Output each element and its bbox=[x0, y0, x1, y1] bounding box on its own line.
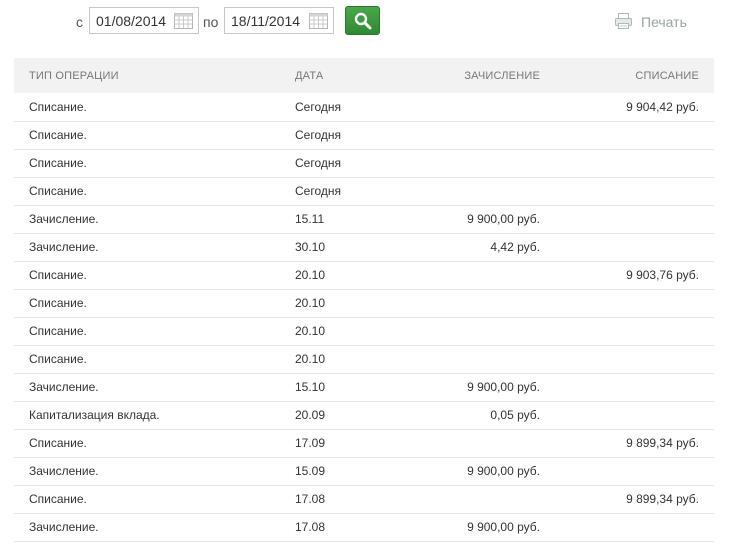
row-date: 20.09 bbox=[295, 408, 326, 422]
row-type: Списание. bbox=[29, 128, 87, 142]
row-credit bbox=[421, 121, 540, 149]
table-header-row: ТИП ОПЕРАЦИИ ДАТА ЗАЧИСЛЕНИЕ СПИСАНИЕ bbox=[14, 58, 714, 93]
row-date: Сегодня bbox=[295, 184, 341, 198]
table-row: Списание. Сегодня bbox=[14, 121, 714, 149]
search-button[interactable] bbox=[345, 6, 380, 35]
row-debit bbox=[540, 457, 714, 485]
row-credit: 0,05 руб. bbox=[490, 408, 540, 422]
row-credit: 9 900,00 руб. bbox=[467, 212, 540, 226]
row-date: Сегодня bbox=[295, 99, 341, 114]
row-date: 15.10 bbox=[295, 380, 326, 394]
row-type: Списание. bbox=[29, 99, 87, 114]
row-type: Зачисление. bbox=[29, 520, 99, 534]
table-row: Списание. Сегодня bbox=[14, 177, 714, 205]
calendar-icon[interactable] bbox=[174, 13, 193, 29]
column-header-credit[interactable]: ЗАЧИСЛЕНИЕ bbox=[421, 58, 540, 93]
to-label: по bbox=[203, 14, 219, 30]
row-type: Списание. bbox=[29, 296, 87, 310]
row-type: Зачисление. bbox=[29, 240, 99, 254]
row-debit: 9 899,34 руб. bbox=[626, 436, 699, 450]
row-credit: 9 900,00 руб. bbox=[467, 464, 540, 478]
row-date: 17.08 bbox=[295, 520, 326, 534]
column-header-type[interactable]: ТИП ОПЕРАЦИИ bbox=[14, 58, 295, 93]
to-date-field[interactable] bbox=[224, 7, 334, 34]
row-debit bbox=[540, 373, 714, 401]
row-date: 15.09 bbox=[295, 464, 326, 478]
row-date: 20.10 bbox=[295, 268, 326, 282]
date-filter-bar: с по bbox=[0, 0, 749, 44]
row-credit: 9 900,00 руб. bbox=[467, 520, 540, 534]
row-debit bbox=[540, 121, 714, 149]
row-date: 15.11 bbox=[295, 212, 325, 226]
row-type: Списание. bbox=[29, 492, 87, 506]
from-date-input[interactable] bbox=[96, 13, 172, 29]
row-debit: 9 904,42 руб. bbox=[626, 99, 699, 114]
row-debit bbox=[540, 205, 714, 233]
table-row: Списание. 20.10 bbox=[14, 317, 714, 345]
row-debit bbox=[540, 317, 714, 345]
row-credit bbox=[421, 149, 540, 177]
row-date: 17.08 bbox=[295, 492, 326, 506]
search-icon bbox=[354, 12, 372, 30]
row-debit bbox=[540, 289, 714, 317]
table-row: Зачисление. 15.11 9 900,00 руб. bbox=[14, 205, 714, 233]
row-date: 20.10 bbox=[295, 352, 326, 366]
row-debit bbox=[540, 401, 714, 429]
row-credit: 9 900,00 руб. bbox=[467, 380, 540, 394]
from-label: с bbox=[76, 14, 83, 30]
row-type: Зачисление. bbox=[29, 212, 99, 226]
row-type: Списание. bbox=[29, 436, 87, 450]
row-credit bbox=[421, 261, 540, 289]
table-row: Зачисление. 15.09 9 900,00 руб. bbox=[14, 457, 714, 485]
row-type: Зачисление. bbox=[29, 464, 99, 478]
operations-table: ТИП ОПЕРАЦИИ ДАТА ЗАЧИСЛЕНИЕ СПИСАНИЕ Сп… bbox=[14, 58, 714, 542]
row-date: 30.10 bbox=[295, 240, 326, 254]
row-type: Списание. bbox=[29, 156, 87, 170]
column-header-date[interactable]: ДАТА bbox=[295, 58, 421, 93]
row-type: Списание. bbox=[29, 324, 87, 338]
row-credit bbox=[421, 317, 540, 345]
row-credit bbox=[421, 429, 540, 457]
row-debit bbox=[540, 513, 714, 541]
row-date: 20.10 bbox=[295, 324, 326, 338]
table-row: Списание. 20.10 bbox=[14, 289, 714, 317]
column-header-debit[interactable]: СПИСАНИЕ bbox=[540, 58, 714, 93]
row-debit: 9 899,34 руб. bbox=[626, 492, 699, 506]
row-credit: 4,42 руб. bbox=[490, 240, 540, 254]
row-debit bbox=[540, 149, 714, 177]
print-label: Печать bbox=[641, 14, 687, 30]
row-date: Сегодня bbox=[295, 156, 341, 170]
row-debit: 9 903,76 руб. bbox=[626, 268, 699, 282]
row-debit bbox=[540, 345, 714, 373]
row-date: 20.10 bbox=[295, 296, 326, 310]
table-row: Списание. 20.10 bbox=[14, 345, 714, 373]
row-date: 17.09 bbox=[295, 436, 326, 450]
row-credit bbox=[421, 289, 540, 317]
to-date-input[interactable] bbox=[231, 13, 307, 29]
printer-icon bbox=[615, 13, 632, 29]
row-date: Сегодня bbox=[295, 128, 341, 142]
table-row: Списание. Сегодня 9 904,42 руб. bbox=[14, 93, 714, 121]
table-row: Списание. 17.08 9 899,34 руб. bbox=[14, 485, 714, 513]
calendar-icon[interactable] bbox=[309, 13, 328, 29]
row-type: Зачисление. bbox=[29, 380, 99, 394]
row-credit bbox=[421, 93, 540, 121]
row-credit bbox=[421, 345, 540, 373]
row-credit bbox=[421, 485, 540, 513]
from-date-field[interactable] bbox=[89, 7, 199, 34]
row-type: Списание. bbox=[29, 352, 87, 366]
row-type: Капитализация вклада. bbox=[29, 408, 160, 422]
table-row: Зачисление. 17.08 9 900,00 руб. bbox=[14, 513, 714, 541]
row-credit bbox=[421, 177, 540, 205]
row-type: Списание. bbox=[29, 268, 87, 282]
table-row: Списание. 17.09 9 899,34 руб. bbox=[14, 429, 714, 457]
table-row: Капитализация вклада. 20.09 0,05 руб. bbox=[14, 401, 714, 429]
table-row: Списание. Сегодня bbox=[14, 149, 714, 177]
row-debit bbox=[540, 233, 714, 261]
table-row: Списание. 20.10 9 903,76 руб. bbox=[14, 261, 714, 289]
table-row: Зачисление. 15.10 9 900,00 руб. bbox=[14, 373, 714, 401]
row-debit bbox=[540, 177, 714, 205]
table-row: Зачисление. 30.10 4,42 руб. bbox=[14, 233, 714, 261]
row-type: Списание. bbox=[29, 184, 87, 198]
